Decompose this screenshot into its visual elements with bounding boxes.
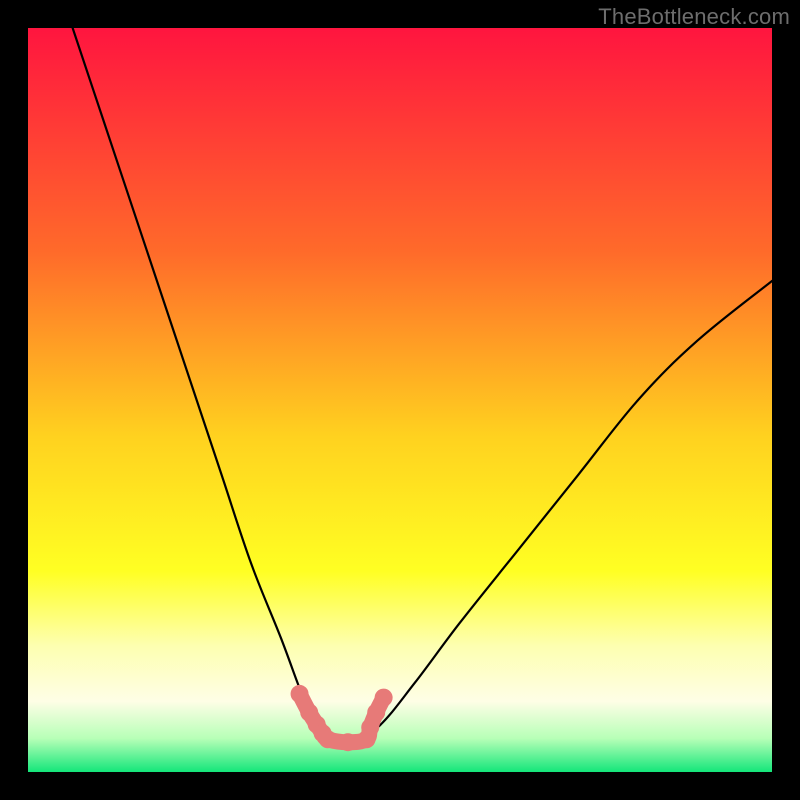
- watermark-text: TheBottleneck.com: [598, 4, 790, 30]
- highlight-dot: [339, 733, 357, 751]
- highlight-dot: [375, 689, 393, 707]
- bottleneck-plot: [28, 28, 772, 772]
- gradient-panel: [28, 28, 772, 772]
- highlight-dot: [319, 730, 337, 748]
- highlight-dot: [291, 685, 309, 703]
- chart-frame: TheBottleneck.com: [0, 0, 800, 800]
